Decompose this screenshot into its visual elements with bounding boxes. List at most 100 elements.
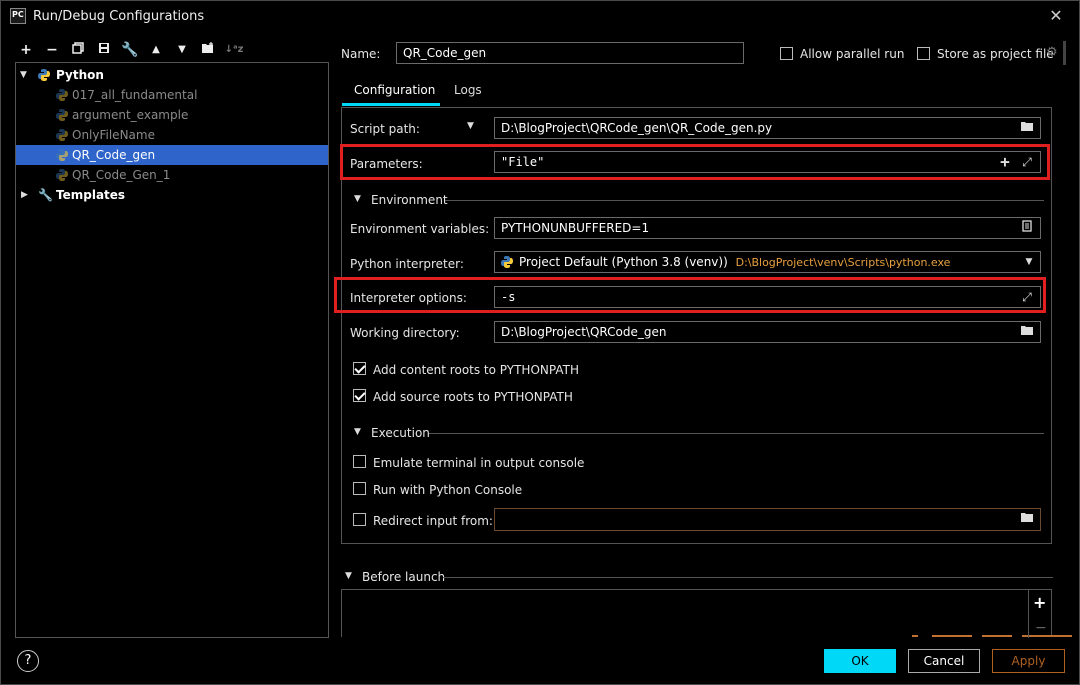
add-content-roots-label: Add content roots to PYTHONPATH [373, 363, 579, 377]
before-launch-label: Before launch [362, 570, 446, 584]
collapse-execution-icon[interactable]: ▼ [354, 427, 361, 437]
folder-icon[interactable] [1019, 324, 1035, 340]
python-file-icon [56, 109, 68, 121]
allow-parallel-checkbox[interactable] [780, 47, 793, 60]
interpreter-select[interactable]: Project Default (Python 3.8 (venv)) D:\B… [494, 251, 1041, 273]
python-file-icon [56, 89, 68, 101]
working-dir-value: D:\BlogProject\QRCode_gen [501, 325, 667, 339]
pycharm-app-icon: PC [10, 8, 26, 24]
tree-item-017-all-fundamental[interactable]: 017_all_fundamental [16, 85, 328, 105]
tree-node-templates[interactable]: ▶ 🔧 Templates [16, 185, 328, 205]
interp-options-input[interactable]: -s ⤢ [494, 286, 1041, 308]
expand-down-icon[interactable]: ▼ [20, 65, 27, 85]
close-icon[interactable]: ✕ [1045, 5, 1067, 27]
before-launch-side-toolbar: + − [1028, 590, 1053, 638]
emulate-terminal-label: Emulate terminal in output console [373, 456, 585, 470]
expand-right-icon[interactable]: ▶ [21, 185, 28, 205]
allow-parallel-label: Allow parallel run [800, 47, 905, 61]
arrow-up-icon[interactable]: ▲ [145, 39, 167, 61]
working-dir-label: Working directory: [350, 326, 460, 340]
plus-icon[interactable]: + [1033, 593, 1046, 612]
ok-button[interactable]: OK [824, 649, 896, 673]
tree-item-label: OnlyFileName [72, 128, 155, 142]
add-source-roots-checkbox[interactable] [353, 389, 366, 402]
tree-item-onlyfilename[interactable]: OnlyFileName [16, 125, 328, 145]
tree-item-argument-example[interactable]: argument_example [16, 105, 328, 125]
config-tree: ▼ Python 017_all_fundamental argument_ex… [15, 62, 329, 638]
tree-node-python[interactable]: ▼ Python [16, 65, 328, 85]
collapse-environment-icon[interactable]: ▼ [354, 194, 361, 204]
separator [445, 200, 1044, 201]
script-path-label: Script path: [350, 122, 420, 136]
wrench-icon[interactable]: 🔧 [119, 39, 141, 61]
wrench-icon: 🔧 [38, 188, 53, 202]
parameters-label: Parameters: [350, 157, 423, 171]
expand-icon[interactable]: ⤢ [1019, 289, 1035, 305]
tree-label-python: Python [56, 68, 104, 82]
minus-icon[interactable]: − [1035, 620, 1047, 636]
scrollbar[interactable] [1063, 41, 1066, 65]
separator [443, 577, 1053, 578]
execution-section-label: Execution [371, 426, 430, 440]
tab-logs[interactable]: Logs [446, 77, 490, 106]
title-bar: PC Run/Debug Configurations ✕ [1, 1, 1079, 33]
environment-section-label: Environment [371, 193, 448, 207]
document-icon[interactable] [1019, 220, 1035, 236]
name-input[interactable]: QR_Code_gen [396, 42, 744, 64]
run-console-checkbox[interactable] [353, 482, 366, 495]
save-icon[interactable] [93, 39, 115, 61]
interpreter-value: Project Default (Python 3.8 (venv)) [519, 255, 728, 269]
interp-options-label: Interpreter options: [350, 291, 467, 305]
chevron-down-icon[interactable]: ▼ [1021, 254, 1037, 270]
new-folder-icon[interactable] [197, 39, 219, 61]
parameters-input[interactable]: "File" + ⤢ [494, 151, 1041, 173]
tree-item-label: QR_Code_Gen_1 [72, 168, 171, 182]
redirect-input-checkbox[interactable] [353, 513, 366, 526]
sort-icon[interactable]: ↓ᵃz [223, 39, 245, 61]
plus-icon[interactable]: + [997, 154, 1013, 170]
chevron-down-icon[interactable]: ▼ [467, 121, 474, 131]
copy-icon[interactable] [67, 39, 89, 61]
tree-item-qr-code-gen[interactable]: QR_Code_gen [16, 145, 328, 165]
parameters-value: "File" [501, 155, 545, 169]
tree-item-label: argument_example [72, 108, 189, 122]
tab-label: Logs [454, 83, 482, 97]
interpreter-path: D:\BlogProject\venv\Scripts\python.exe [735, 256, 951, 269]
plus-icon[interactable]: + [15, 39, 37, 61]
python-file-icon [56, 129, 68, 141]
collapse-before-launch-icon[interactable]: ▼ [345, 571, 352, 581]
store-project-checkbox[interactable] [917, 47, 930, 60]
interp-options-value: -s [501, 290, 516, 304]
script-path-value: D:\BlogProject\QRCode_gen\QR_Code_gen.py [501, 121, 773, 135]
run-debug-dialog: PC Run/Debug Configurations ✕ + − 🔧 ▲ ▼ … [0, 0, 1080, 685]
run-console-label: Run with Python Console [373, 483, 523, 497]
expand-icon[interactable]: ⤢ [1019, 154, 1035, 170]
gear-icon[interactable]: ⚙ [1046, 45, 1058, 60]
script-path-input[interactable]: D:\BlogProject\QRCode_gen\QR_Code_gen.py [494, 117, 1041, 139]
python-file-icon [56, 149, 68, 161]
folder-icon[interactable] [1019, 511, 1035, 527]
add-source-roots-label: Add source roots to PYTHONPATH [373, 390, 573, 404]
apply-button[interactable]: Apply [992, 649, 1065, 673]
emulate-terminal-checkbox[interactable] [353, 455, 366, 468]
before-launch-list: + − [341, 589, 1072, 638]
tab-underline [342, 103, 440, 106]
env-vars-input[interactable]: PYTHONUNBUFFERED=1 [494, 217, 1041, 239]
working-dir-input[interactable]: D:\BlogProject\QRCode_gen [494, 321, 1041, 343]
help-button[interactable]: ? [17, 650, 39, 672]
add-content-roots-checkbox[interactable] [353, 362, 366, 375]
redirect-input-label: Redirect input from: [373, 514, 493, 528]
name-label: Name: [341, 47, 381, 61]
separator [429, 433, 1044, 434]
tree-label-templates: Templates [56, 188, 126, 202]
python-icon [38, 69, 50, 81]
redirect-input-field[interactable] [494, 508, 1041, 531]
interpreter-label: Python interpreter: [350, 257, 464, 271]
folder-icon[interactable] [1019, 120, 1035, 136]
tab-configuration[interactable]: Configuration [342, 77, 440, 106]
arrow-down-icon[interactable]: ▼ [171, 39, 193, 61]
cancel-button[interactable]: Cancel [908, 649, 980, 673]
tab-label: Configuration [354, 83, 436, 97]
minus-icon[interactable]: − [41, 39, 63, 61]
tree-item-qr-code-gen-1[interactable]: QR_Code_Gen_1 [16, 165, 328, 185]
